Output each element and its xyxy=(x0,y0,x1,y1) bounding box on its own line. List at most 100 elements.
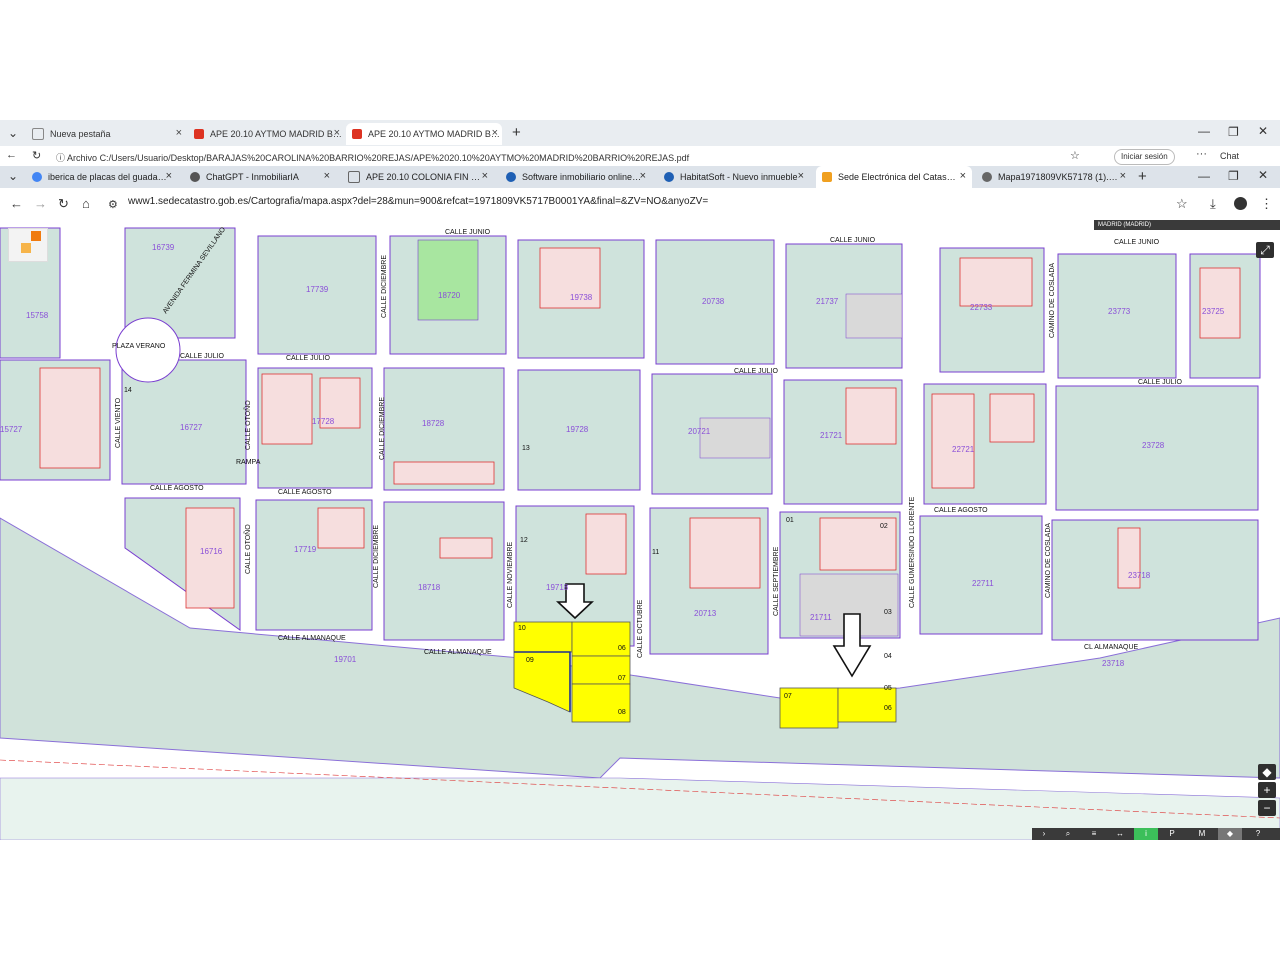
block-label: 18718 xyxy=(418,583,441,592)
front-tab-7[interactable]: Mapa1971809VK57178 (1).pdf × xyxy=(976,166,1132,188)
locate-button[interactable]: ◆ xyxy=(1258,764,1276,780)
block-label: 22733 xyxy=(970,303,993,312)
street-label: CALLE ALMANAQUE xyxy=(278,635,346,642)
block-label: 23728 xyxy=(1142,441,1165,450)
image-icon[interactable]: M xyxy=(1190,828,1214,840)
building xyxy=(439,537,493,559)
close-icon[interactable]: × xyxy=(324,170,330,182)
block-label: 17739 xyxy=(306,285,329,294)
block-label: 18728 xyxy=(422,419,445,428)
logo-square xyxy=(21,243,31,253)
google-icon xyxy=(32,172,42,182)
chatgpt-icon xyxy=(190,172,200,182)
street-label: CALLE DICIEMBRE xyxy=(379,397,386,460)
street-label: CALLE OTOÑO xyxy=(243,400,252,450)
print-icon[interactable]: P xyxy=(1160,828,1184,840)
forward-arrow-icon[interactable]: → xyxy=(34,196,47,211)
tab-label: Mapa1971809VK57178 (1).pdf xyxy=(998,172,1118,182)
expand-icon[interactable]: ⤢ xyxy=(1256,242,1274,258)
tab-list-chevron-icon[interactable]: ⌄ xyxy=(8,169,18,183)
street-label: CALLE JUNIO xyxy=(830,237,876,244)
search-icon[interactable]: ⌕ xyxy=(1056,828,1080,840)
info-icon[interactable]: i xyxy=(1134,828,1158,840)
chevron-right-icon[interactable]: › xyxy=(1032,828,1056,840)
block-label: 19728 xyxy=(566,425,589,434)
building xyxy=(1199,267,1241,339)
back-tab-new-tab[interactable]: Nueva pestaña × xyxy=(26,123,186,145)
zoom-in-button[interactable]: + xyxy=(1258,782,1276,798)
new-tab-button[interactable]: + xyxy=(1138,168,1147,185)
close-window-icon[interactable]: ✕ xyxy=(1258,168,1268,182)
url-text[interactable]: www1.sedecatastro.gob.es/Cartografia/map… xyxy=(128,196,708,207)
front-tab-2[interactable]: ChatGPT - InmobiliarIA × xyxy=(184,166,336,188)
building xyxy=(931,393,975,489)
building xyxy=(845,387,897,445)
share-icon[interactable]: ◆ xyxy=(1218,828,1242,840)
back-tab-pdf-1[interactable]: APE 20.10 AYTMO MADRID BARRI × xyxy=(188,123,344,145)
building xyxy=(989,393,1035,443)
tab-label: ChatGPT - InmobiliarIA xyxy=(206,172,299,182)
more-icon[interactable]: ··· xyxy=(1196,148,1207,160)
site-settings-icon[interactable]: ⚙ xyxy=(108,198,118,211)
block-label: 19718 xyxy=(546,583,569,592)
block-label: 21737 xyxy=(816,297,839,306)
back-tab-pdf-2[interactable]: APE 20.10 AYTMO MADRID BARRI × xyxy=(346,123,502,145)
block-18718 xyxy=(383,501,505,641)
measure-icon[interactable]: ↔ xyxy=(1108,828,1132,840)
more-icon[interactable]: ⋮ xyxy=(1260,196,1273,212)
restore-icon[interactable]: ❐ xyxy=(1228,169,1239,183)
block-label: 21721 xyxy=(820,431,843,440)
tab-label: APE 20.10 AYTMO MADRID BARRI xyxy=(368,129,502,139)
info-icon: ⓘ xyxy=(56,153,66,163)
block-label: 23718 xyxy=(1128,571,1151,580)
minimize-icon[interactable]: — xyxy=(1198,124,1210,138)
close-icon[interactable]: × xyxy=(640,170,646,182)
star-icon[interactable]: ☆ xyxy=(1176,196,1188,212)
reload-icon[interactable]: ↻ xyxy=(32,149,41,162)
close-icon[interactable]: × xyxy=(960,170,966,182)
back-arrow-icon[interactable]: ← xyxy=(6,149,17,161)
home-icon[interactable]: ⌂ xyxy=(82,196,90,211)
help-icon[interactable]: ? xyxy=(1246,828,1270,840)
front-tab-4[interactable]: Software inmobiliario online - I × xyxy=(500,166,652,188)
front-tab-1[interactable]: iberica de placas del guadarram × xyxy=(26,166,178,188)
new-tab-button[interactable]: + xyxy=(512,124,521,141)
map-canvas[interactable]: CALLE JUNIO CALLE JUNIO CALLE JUNIO CALL… xyxy=(0,218,1280,840)
url-display[interactable]: ⓘ Archivo C:/Users/Usuario/Desktop/BARAJ… xyxy=(56,151,689,164)
close-icon[interactable]: × xyxy=(334,127,340,139)
parcel-number: 06 xyxy=(884,705,892,712)
layers-icon[interactable]: ≡ xyxy=(1082,828,1106,840)
close-icon[interactable]: × xyxy=(798,170,804,182)
close-window-icon[interactable]: ✕ xyxy=(1258,124,1268,138)
front-tab-3[interactable]: APE 20.10 COLONIA FIN DE SEM × xyxy=(342,166,494,188)
building xyxy=(39,367,101,469)
close-icon[interactable]: × xyxy=(176,127,182,139)
download-icon[interactable]: ⤓ xyxy=(1210,196,1216,212)
habitatsoft-icon xyxy=(506,172,516,182)
street-label: PLAZA VERANO xyxy=(112,343,166,350)
street-label: CALLE SEPTIEMBRE xyxy=(773,546,780,616)
zoom-out-button[interactable]: − xyxy=(1258,800,1276,816)
tab-list-chevron-icon[interactable]: ⌄ xyxy=(8,126,18,140)
back-arrow-icon[interactable]: ← xyxy=(10,196,23,211)
close-icon[interactable]: × xyxy=(166,170,172,182)
street-label: CALLE NOVIEMBRE xyxy=(507,542,514,608)
cadastre-map[interactable]: CALLE JUNIO CALLE JUNIO CALLE JUNIO CALL… xyxy=(0,218,1280,840)
close-icon[interactable]: × xyxy=(1120,170,1126,182)
street-label: CL ALMANAQUE xyxy=(1084,644,1139,651)
front-tab-6-catastro[interactable]: Sede Electrónica del Catastro - × xyxy=(816,166,972,188)
front-tab-5[interactable]: HabitatSoft - Nuevo inmueble × xyxy=(658,166,810,188)
street-label: CAMINO DE COSLADA xyxy=(1045,523,1052,598)
minimize-icon[interactable]: — xyxy=(1198,169,1210,183)
park-area xyxy=(417,239,479,321)
building xyxy=(185,507,235,609)
signin-button[interactable]: Iniciar sesión xyxy=(1114,149,1175,165)
restore-icon[interactable]: ❐ xyxy=(1228,125,1239,139)
close-icon[interactable]: × xyxy=(492,127,498,139)
close-icon[interactable]: × xyxy=(482,170,488,182)
star-icon[interactable]: ☆ xyxy=(1070,149,1080,162)
reload-icon[interactable]: ↻ xyxy=(58,196,69,212)
chat-button[interactable]: Chat xyxy=(1220,151,1239,161)
block-23718 xyxy=(1051,519,1259,641)
profile-avatar[interactable] xyxy=(1234,197,1247,210)
